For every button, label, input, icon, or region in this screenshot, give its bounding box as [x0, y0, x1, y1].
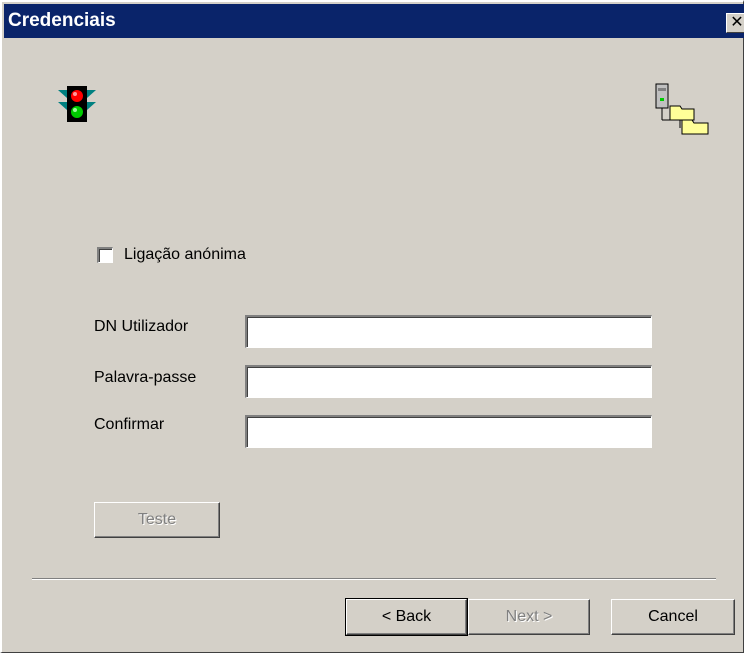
confirm-password-label: Confirmar — [94, 416, 165, 433]
anonymous-bind-checkbox[interactable] — [97, 247, 113, 263]
next-button[interactable]: Next > — [468, 599, 590, 635]
footer-separator — [32, 578, 716, 580]
back-button[interactable]: < Back — [345, 598, 468, 636]
directory-folders-icon — [655, 83, 709, 135]
credentials-dialog: Credenciais ✕ Ligação anónima DN Utiliza… — [0, 0, 744, 653]
user-dn-input[interactable] — [245, 315, 652, 348]
window-title: Credenciais — [8, 10, 116, 31]
title-bar[interactable]: Credenciais ✕ — [4, 4, 744, 38]
password-label: Palavra-passe — [94, 369, 197, 386]
traffic-light-icon — [58, 86, 96, 122]
close-icon: ✕ — [730, 14, 744, 31]
cancel-button[interactable]: Cancel — [611, 599, 735, 635]
password-input[interactable] — [245, 365, 652, 398]
anonymous-bind-label[interactable]: Ligação anónima — [124, 245, 246, 265]
close-button[interactable]: ✕ — [726, 13, 744, 33]
confirm-password-input[interactable] — [245, 415, 652, 448]
user-dn-label: DN Utilizador — [94, 318, 189, 335]
test-button[interactable]: Teste — [94, 502, 220, 538]
